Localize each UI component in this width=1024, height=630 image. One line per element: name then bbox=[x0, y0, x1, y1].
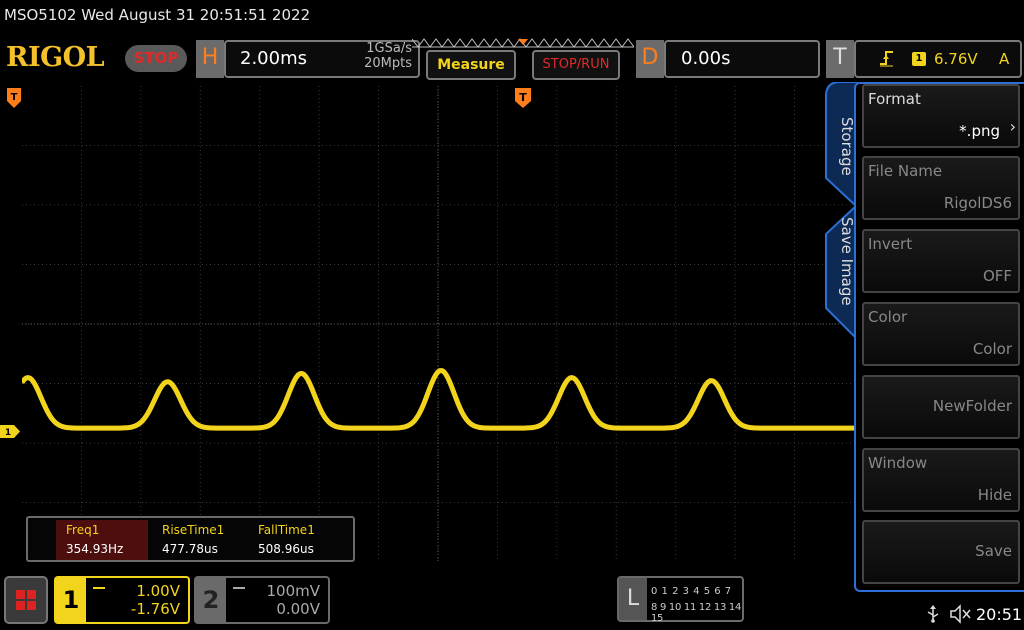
trigger-position-indicator-icon bbox=[518, 39, 528, 45]
measurement-label: RiseTime1 bbox=[162, 523, 225, 537]
menu-item-label: File Name bbox=[868, 162, 943, 180]
memory-depth: 20Mpts bbox=[364, 56, 412, 71]
logic-analyzer-label: L bbox=[619, 578, 647, 620]
trigger-position-marker-icon[interactable]: T bbox=[515, 88, 531, 108]
sample-rate: 1GSa/s bbox=[366, 41, 412, 56]
menu-item-value: *.png bbox=[959, 122, 1000, 140]
measurement-value: 477.78us bbox=[162, 542, 218, 556]
channel-scale: 100mV bbox=[266, 582, 320, 600]
channel-number: 2 bbox=[196, 578, 226, 622]
home-button[interactable] bbox=[4, 576, 48, 624]
menu-item-label: Window bbox=[868, 454, 928, 472]
svg-text:T: T bbox=[519, 91, 527, 104]
measurement-value: 508.96us bbox=[258, 542, 314, 556]
channel-1-panel[interactable]: 1 1.00V -1.76V bbox=[54, 576, 190, 624]
menu-tab-storage[interactable]: Storage bbox=[826, 104, 856, 188]
menu-item-color[interactable]: Color Color bbox=[862, 302, 1020, 366]
clock: 20:51 bbox=[976, 605, 1023, 624]
menu-item-value: RigolDS6 bbox=[943, 194, 1012, 212]
menu-item-window[interactable]: Window Hide bbox=[862, 448, 1020, 512]
timebase-value: 2.00ms bbox=[240, 48, 307, 69]
menu-item-value: OFF bbox=[982, 267, 1012, 285]
menu-item-save[interactable]: Save bbox=[862, 520, 1020, 584]
channel-offset: -1.76V bbox=[130, 600, 180, 618]
grid-menu-icon bbox=[16, 590, 36, 610]
menu-item-value: Color bbox=[972, 340, 1012, 358]
menu-item-new-folder[interactable]: NewFolder bbox=[862, 375, 1020, 439]
measurement-risetime[interactable]: RiseTime1 477.78us bbox=[152, 520, 244, 560]
trigger-level: 6.76V bbox=[934, 50, 978, 68]
svg-text:T: T bbox=[11, 92, 18, 103]
delay-value: 0.00s bbox=[681, 48, 731, 69]
logic-analyzer-panel[interactable]: L 0 1 2 3 4 5 6 7 8 9 10 11 12 13 14 15 bbox=[617, 576, 744, 624]
menu-tab-save-image[interactable]: Save Image bbox=[826, 212, 856, 310]
measurement-value: 354.93Hz bbox=[66, 542, 124, 556]
measurement-falltime[interactable]: FallTime1 508.96us bbox=[248, 520, 340, 560]
logic-channels-row-2: 8 9 10 11 12 13 14 15 bbox=[651, 602, 742, 624]
channel-number: 1 bbox=[56, 578, 86, 622]
channel-offset: 0.00V bbox=[276, 600, 320, 618]
waveform-display[interactable] bbox=[22, 86, 854, 562]
memory-position-bar bbox=[412, 38, 634, 48]
channel-2-panel[interactable]: 2 100mV 0.00V bbox=[194, 576, 330, 624]
menu-item-value: NewFolder bbox=[932, 397, 1012, 415]
horizontal-label[interactable]: H bbox=[196, 40, 224, 78]
menu-item-format[interactable]: Format *.png › bbox=[862, 84, 1020, 148]
measurement-label: Freq1 bbox=[66, 523, 100, 537]
scope-title-line: MSO5102 Wed August 31 20:51:51 2022 bbox=[4, 6, 311, 24]
delay-label[interactable]: D bbox=[636, 40, 664, 78]
menu-item-value: Hide bbox=[977, 486, 1012, 504]
run-state-badge[interactable]: STOP bbox=[125, 45, 187, 72]
menu-item-label: Format bbox=[868, 90, 921, 108]
trigger-level-marker-icon[interactable]: T bbox=[7, 88, 21, 108]
rising-edge-icon bbox=[880, 51, 893, 67]
ch1-offset-marker-icon[interactable]: 1 bbox=[0, 425, 20, 438]
measurement-freq[interactable]: Freq1 354.93Hz bbox=[56, 520, 148, 560]
usb-icon bbox=[927, 605, 939, 623]
channel-scale: 1.00V bbox=[136, 582, 180, 600]
menu-item-label: Invert bbox=[868, 235, 913, 253]
logic-channels-row-1: 0 1 2 3 4 5 6 7 bbox=[651, 586, 732, 597]
menu-item-file-name[interactable]: File Name RigolDS6 bbox=[862, 156, 1020, 220]
menu-item-invert[interactable]: Invert OFF bbox=[862, 229, 1020, 293]
dc-coupling-icon bbox=[233, 587, 245, 593]
trigger-mode: A bbox=[999, 50, 1010, 68]
measurement-label: FallTime1 bbox=[258, 523, 315, 537]
rigol-logo: RIGOL bbox=[6, 42, 105, 73]
svg-text:1: 1 bbox=[5, 428, 11, 438]
chevron-right-icon: › bbox=[1009, 117, 1016, 136]
measurement-panel: Freq1 354.93Hz RiseTime1 477.78us FallTi… bbox=[26, 516, 355, 562]
dc-coupling-icon bbox=[93, 587, 105, 593]
trigger-label[interactable]: T bbox=[826, 40, 854, 78]
measure-button[interactable]: Measure bbox=[426, 50, 516, 80]
menu-item-label: Color bbox=[868, 308, 908, 326]
stop-run-button[interactable]: STOP/RUN bbox=[532, 50, 620, 80]
menu-item-value: Save bbox=[975, 542, 1012, 560]
speaker-muted-icon[interactable] bbox=[950, 604, 972, 624]
trigger-source-badge: 1 bbox=[912, 52, 926, 66]
